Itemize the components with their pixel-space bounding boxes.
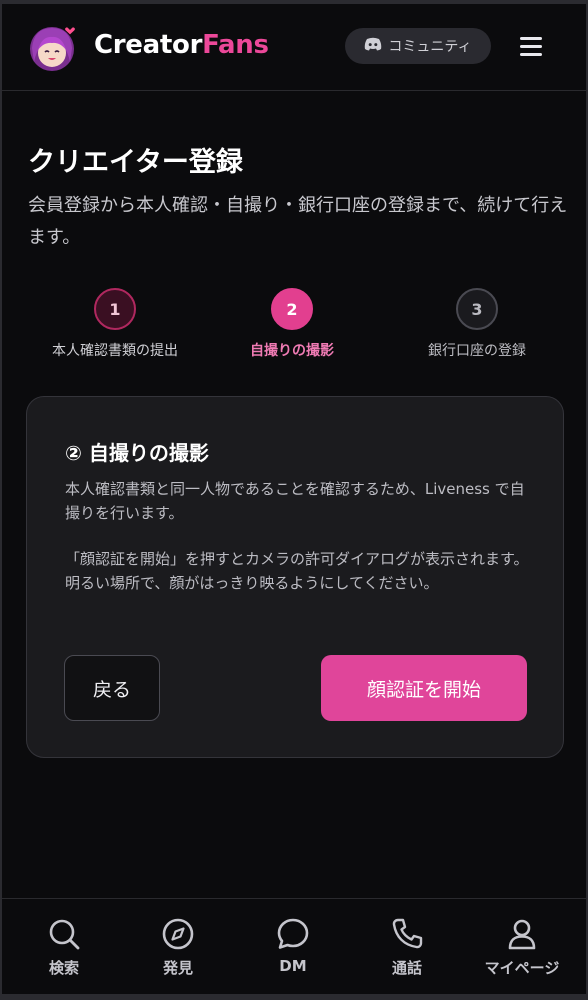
nav-item-call[interactable]: 通話 xyxy=(357,917,457,978)
nav-item-mypage[interactable]: マイページ xyxy=(472,917,572,978)
back-button[interactable]: 戻る xyxy=(64,655,160,721)
nav-label-mypage: マイページ xyxy=(484,959,560,977)
brand-logo-text[interactable]: CreatorFans xyxy=(94,30,269,60)
chat-bubble-icon xyxy=(243,917,343,951)
user-icon xyxy=(472,917,572,951)
nav-label-dm: DM xyxy=(279,957,307,975)
step-2-number: 2 xyxy=(271,288,313,330)
nav-label-search: 検索 xyxy=(48,959,79,977)
card-instructions: 「顔認証を開始」を押すとカメラの許可ダイアログが表示されます。明るい場所で、顔が… xyxy=(65,550,529,592)
nav-label-discover: 発見 xyxy=(162,959,193,977)
start-face-verification-button[interactable]: 顔認証を開始 xyxy=(321,655,527,721)
step-3-number: 3 xyxy=(456,288,498,330)
card-description: 本人確認書類と同一人物であることを確認するため、Liveness で自撮りを行い… xyxy=(65,480,525,522)
nav-label-call: 通話 xyxy=(391,959,422,977)
brand-text-fans: Fans xyxy=(202,30,269,60)
discord-icon xyxy=(364,37,382,55)
nav-item-discover[interactable]: 発見 xyxy=(128,917,228,978)
phone-icon xyxy=(357,917,457,951)
step-3: 3 銀行口座の登録 xyxy=(402,288,552,360)
nav-item-search[interactable]: 検索 xyxy=(14,917,114,978)
device-frame: CreatorFans コミュニティ クリエイター登録 会員登録から本人確認・自… xyxy=(0,0,588,1000)
hamburger-menu-icon[interactable] xyxy=(518,34,546,58)
step-1: 1 本人確認書類の提出 xyxy=(40,288,190,360)
page-title: クリエイター登録 xyxy=(28,147,243,178)
app-screen: CreatorFans コミュニティ クリエイター登録 会員登録から本人確認・自… xyxy=(2,4,586,994)
step-3-label: 銀行口座の登録 xyxy=(428,343,526,359)
bottom-navigation: 検索 発見 DM 通話 マイページ xyxy=(2,898,586,994)
brand-text-creator: Creator xyxy=(94,30,203,60)
search-icon xyxy=(14,917,114,951)
page-subtitle: 会員登録から本人確認・自撮り・銀行口座の登録まで、続けて行えます。 xyxy=(28,195,568,248)
compass-icon xyxy=(128,917,228,951)
selfie-step-card: ② 自撮りの撮影 本人確認書類と同一人物であることを確認するため、Livenes… xyxy=(26,396,564,758)
card-title: ② 自撮りの撮影 xyxy=(65,441,209,465)
anime-avatar-icon[interactable] xyxy=(26,22,78,74)
step-1-label: 本人確認書類の提出 xyxy=(52,343,178,359)
step-1-number: 1 xyxy=(94,288,136,330)
step-2: 2 自撮りの撮影 xyxy=(217,288,367,360)
community-button[interactable]: コミュニティ xyxy=(345,28,491,64)
nav-item-dm[interactable]: DM xyxy=(243,917,343,975)
app-header: CreatorFans コミュニティ xyxy=(2,4,586,91)
step-2-label: 自撮りの撮影 xyxy=(250,343,334,359)
community-label: コミュニティ xyxy=(388,39,472,55)
